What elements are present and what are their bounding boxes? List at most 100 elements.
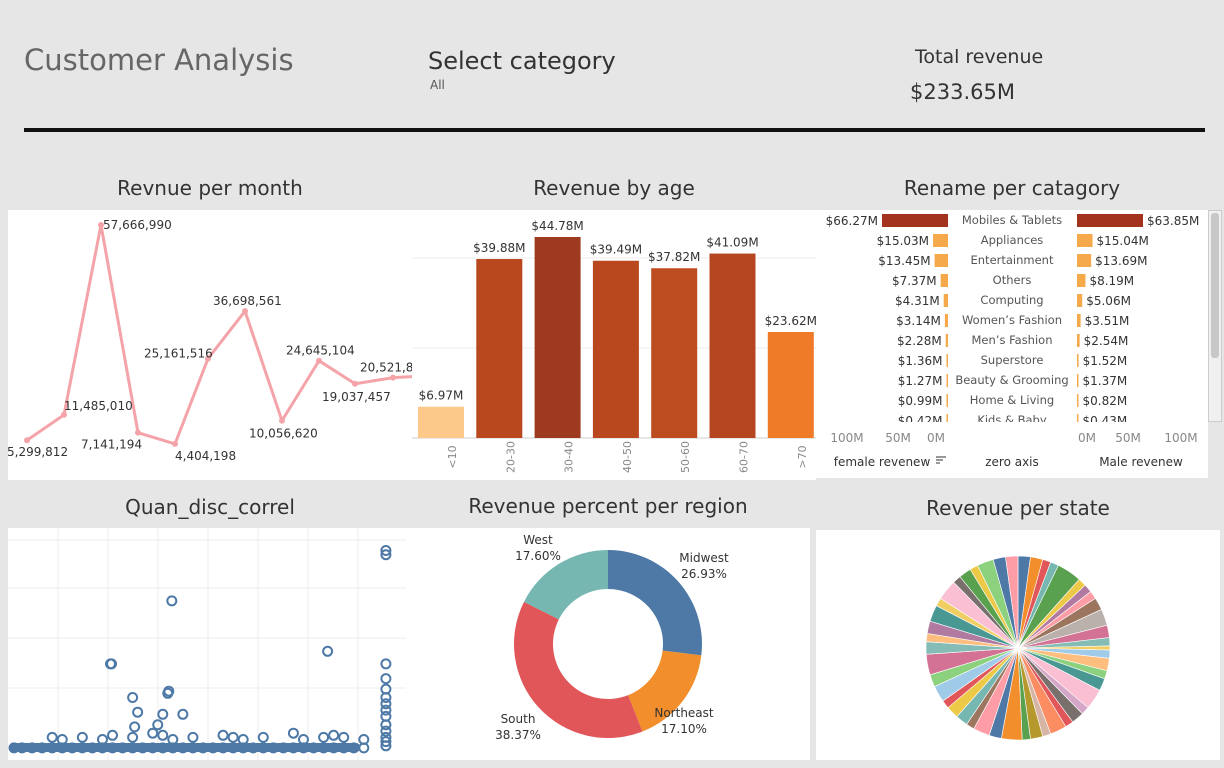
- male-axis-tick: 50M: [1115, 431, 1141, 445]
- age-tick-label: 30-40: [563, 441, 576, 473]
- scatter-point: [338, 731, 350, 743]
- category-panel: $66.27M Mobiles & Tablets $63.85M $15.03M Ap…: [816, 210, 1208, 478]
- male-bar-label: $0.82M: [1083, 394, 1128, 408]
- category-filter-label: Select category: [428, 47, 616, 75]
- month-point: [279, 417, 285, 424]
- scatter-point: [328, 729, 340, 741]
- month-point-label: 7,141,194: [81, 438, 142, 452]
- state-panel: [816, 530, 1220, 760]
- female-bar: [882, 214, 948, 227]
- age-bar: [476, 258, 523, 438]
- month-point-label: 19,037,457: [322, 390, 391, 404]
- scatter-point: [217, 729, 229, 741]
- age-bar-label: $41.09M: [706, 236, 758, 250]
- region-label: Midwest: [679, 551, 729, 565]
- scatter-chart: [8, 528, 406, 760]
- age-bar-label: $6.97M: [419, 389, 464, 403]
- scatter-point: [380, 658, 392, 670]
- male-bar: [1077, 214, 1143, 227]
- month-point-label: 25,161,516: [144, 347, 213, 361]
- female-bar-label: $13.45M: [878, 254, 930, 268]
- scatter-point: [287, 727, 299, 739]
- chart-title-state: Revenue per state: [926, 496, 1110, 520]
- female-bar: [946, 394, 948, 407]
- scatter-point: [257, 731, 269, 743]
- scatter-point: [380, 673, 392, 685]
- category-scrollbar[interactable]: [1208, 210, 1222, 422]
- age-bar-label: $39.88M: [473, 241, 525, 255]
- male-axis-tick: 100M: [1164, 431, 1197, 445]
- female-axis-tick: 0M: [927, 431, 945, 445]
- male-bar-label: $1.52M: [1083, 354, 1128, 368]
- male-bar: [1077, 234, 1093, 247]
- region-label: West: [523, 533, 553, 547]
- category-label: Others: [993, 273, 1032, 287]
- scrollbar-thumb[interactable]: [1211, 213, 1219, 358]
- month-point-label: 36,698,561: [213, 294, 282, 308]
- age-tick-label: 60-70: [738, 441, 751, 473]
- male-bar-label: $2.54M: [1084, 334, 1129, 348]
- female-bar-label: $4.31M: [895, 294, 940, 308]
- scatter-panel: [8, 528, 406, 760]
- chart-title-region: Revenue percent per region: [468, 494, 748, 518]
- male-bar-label: $1.37M: [1083, 374, 1128, 388]
- month-point: [352, 380, 358, 387]
- female-bar-label: $66.27M: [826, 214, 878, 228]
- category-chart: $66.27M Mobiles & Tablets $63.85M $15.03M Ap…: [816, 213, 1208, 478]
- page-title: Customer Analysis: [24, 43, 294, 77]
- scatter-point: [127, 731, 139, 743]
- scatter-point: [46, 731, 58, 743]
- male-bar: [1077, 354, 1079, 367]
- male-bar-label: $13.69M: [1095, 254, 1147, 268]
- chart-title-category: Rename per catagory: [903, 176, 1121, 200]
- region-pct-label: 26.93%: [681, 567, 727, 581]
- male-axis-title: Male revenew: [1099, 455, 1183, 469]
- scatter-point: [76, 731, 88, 743]
- region-pct-label: 38.37%: [495, 728, 541, 742]
- female-bar-label: $15.03M: [877, 234, 929, 248]
- female-bar-label: $0.99M: [898, 394, 943, 408]
- category-label: Mobiles & Tablets: [962, 213, 1062, 227]
- scatter-point: [227, 731, 239, 743]
- revenue-month-panel: 5,299,812 11,485,010 57,666,990 7,141,194 4,…: [7, 210, 431, 480]
- chart-title-age: Revenue by age: [533, 176, 695, 200]
- female-bar: [940, 274, 948, 287]
- scatter-point: [157, 708, 169, 720]
- scatter-point: [177, 708, 189, 720]
- age-bar: [592, 260, 639, 438]
- month-point-label: 10,056,620: [249, 427, 318, 441]
- scatter-point: [127, 692, 139, 703]
- age-tick-label: >70: [796, 445, 809, 468]
- kpi-value: $233.65M: [910, 80, 1015, 104]
- male-bar: [1077, 294, 1083, 307]
- scatter-point: [322, 645, 334, 657]
- header-divider: [24, 128, 1205, 132]
- female-axis-tick: 100M: [830, 431, 863, 445]
- female-bar-label: $1.36M: [898, 354, 943, 368]
- scatter-point: [166, 595, 178, 607]
- revenue-age-chart: $6.97M <10 $39.88M 20-30 $44.78M 30-40 $39.49M…: [412, 219, 817, 473]
- category-label: Home & Living: [970, 393, 1054, 407]
- male-bar-label: $15.04M: [1097, 234, 1149, 248]
- age-tick-label: 50-60: [679, 441, 692, 473]
- month-point-label: 24,645,104: [286, 344, 355, 358]
- scatter-point: [187, 731, 199, 743]
- female-axis-tick: 50M: [885, 431, 911, 445]
- category-filter-value[interactable]: All: [430, 78, 445, 92]
- month-point: [135, 429, 141, 436]
- female-bar-label: $3.14M: [896, 314, 941, 328]
- male-axis-tick: 0M: [1078, 431, 1096, 445]
- month-point: [24, 437, 30, 444]
- region-donut-chart: Midwest 26.93% Northeast 17.10% South 38.37% W…: [495, 533, 729, 742]
- region-pct-label: 17.10%: [661, 722, 707, 736]
- region-pct-label: 17.60%: [515, 549, 561, 563]
- month-point-label: 57,666,990: [103, 218, 172, 232]
- female-bar: [946, 354, 948, 367]
- male-bar: [1077, 374, 1079, 387]
- age-bar: [418, 406, 464, 438]
- female-bar: [934, 254, 948, 267]
- category-label: Men’s Fashion: [972, 333, 1053, 347]
- axis-area: [816, 422, 1208, 478]
- zero-axis-title: zero axis: [985, 455, 1039, 469]
- male-bar: [1077, 254, 1092, 267]
